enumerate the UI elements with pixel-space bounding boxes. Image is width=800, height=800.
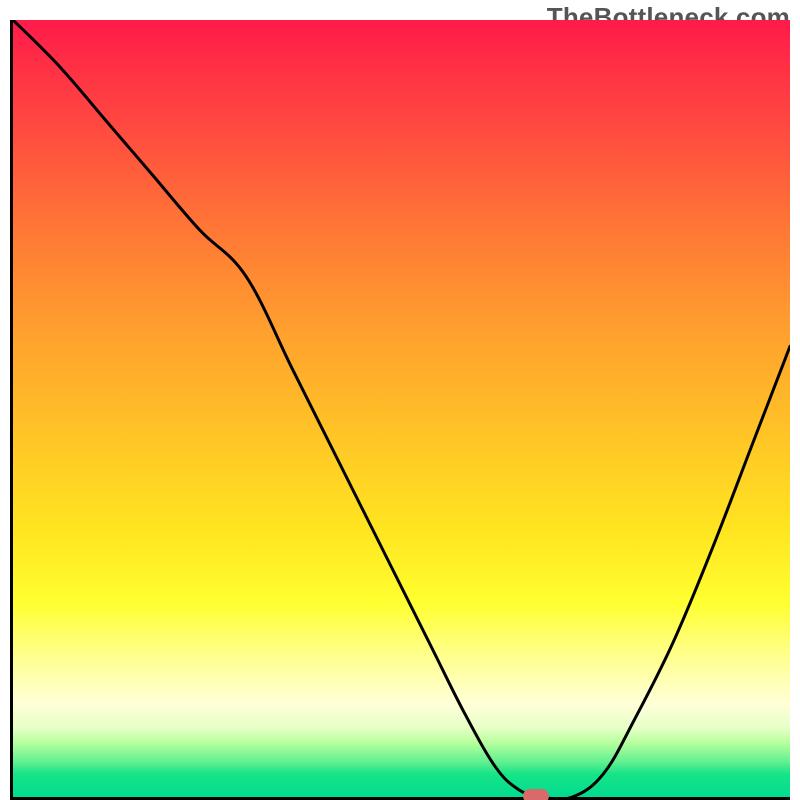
gradient-background [13,20,790,797]
plot-area [10,20,790,800]
chart-frame: TheBottleneck.com [0,0,800,800]
optimal-marker [523,789,549,800]
